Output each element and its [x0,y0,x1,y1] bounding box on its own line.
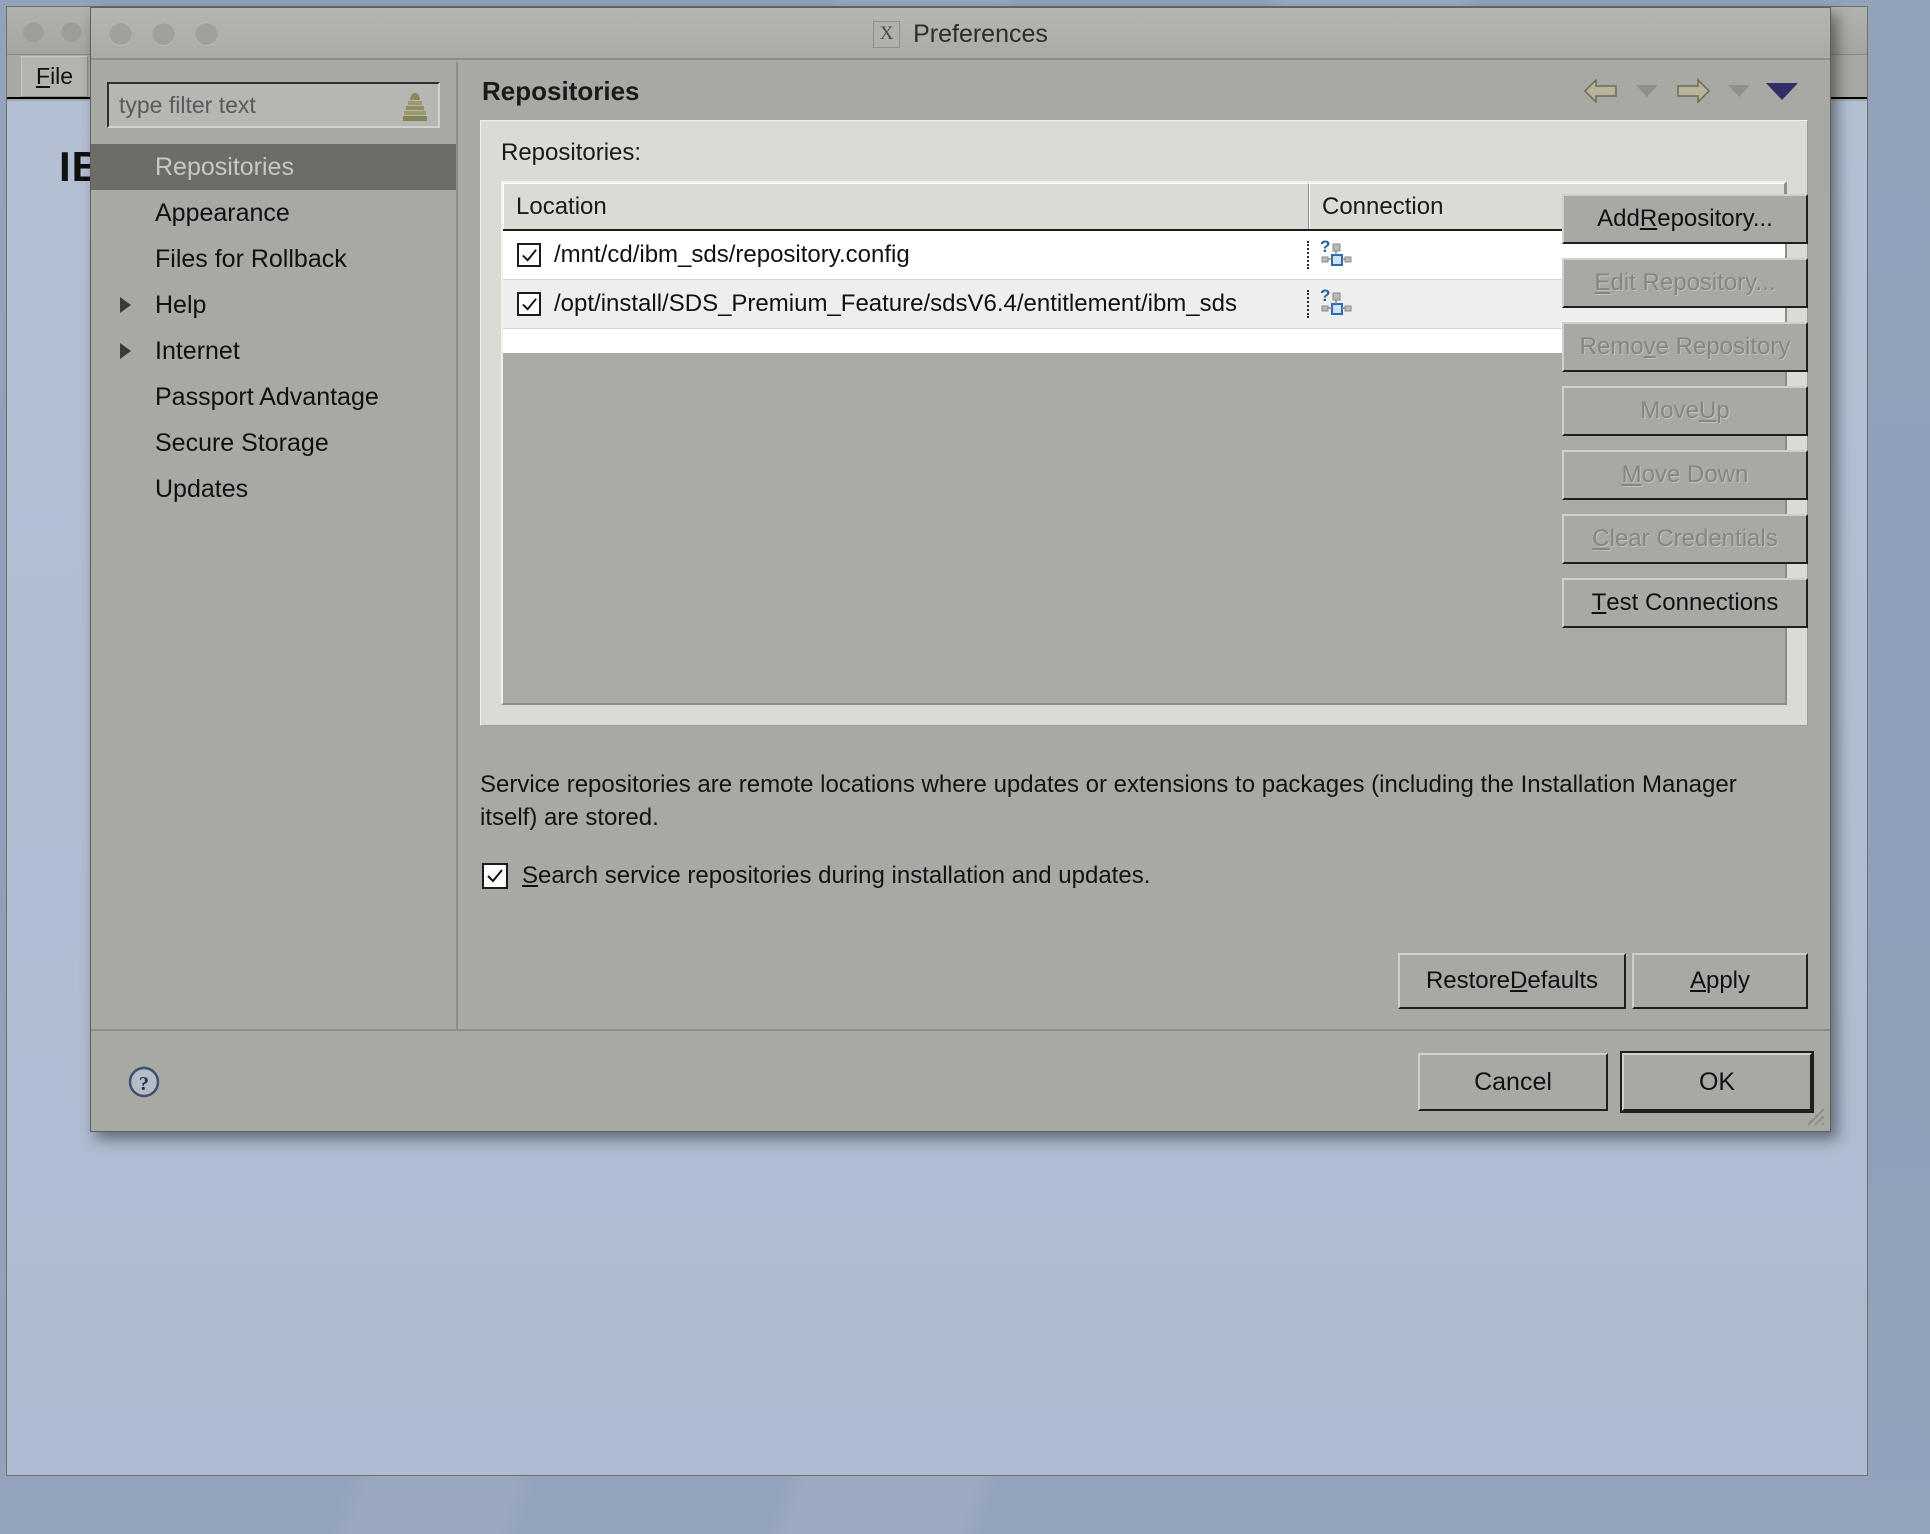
sidebar-item-label: Passport Advantage [155,382,379,411]
preferences-sidebar: Repositories Appearance Files for Rollback… [91,62,458,1031]
search-service-repositories-label: Search service repositories during insta… [522,862,1151,889]
sidebar-item-secure-storage[interactable]: Secure Storage [91,420,456,466]
sidebar-item-repositories[interactable]: Repositories [91,144,456,190]
search-service-repositories-checkbox[interactable] [482,863,508,889]
panel-footer-buttons: Restore Defaults Apply [1398,953,1808,1009]
apply-button[interactable]: Apply [1632,953,1808,1009]
repository-enabled-checkbox[interactable] [517,243,541,267]
search-service-repositories-row[interactable]: Search service repositories during insta… [482,862,1150,890]
svg-text:?: ? [139,1073,149,1095]
help-question-icon[interactable]: ? [127,1065,161,1099]
sidebar-item-label: Updates [155,474,249,503]
sidebar-item-internet[interactable]: Internet [91,328,456,374]
svg-text:?: ? [1320,286,1330,305]
unknown-connection-icon: ? [1319,236,1353,275]
column-header-location[interactable]: Location [503,183,1309,229]
repository-location-text: /opt/install/SDS_Premium_Feature/sdsV6.4… [554,290,1237,317]
sidebar-item-label: Repositories [155,152,294,181]
dialog-title: Preferences [913,19,1048,48]
dialog-footer: ? Cancel OK [91,1029,1830,1131]
test-connections-button[interactable]: Test Connections [1562,578,1808,628]
sidebar-item-label: Internet [155,336,240,365]
filter-funnel-icon[interactable] [400,91,430,123]
bg-minimize-button[interactable] [61,21,82,42]
repository-enabled-checkbox[interactable] [517,292,541,316]
back-dropdown-icon[interactable] [1636,85,1658,97]
sidebar-item-label: Secure Storage [155,428,329,457]
move-up-button: Move Up [1562,386,1808,436]
resize-grip[interactable] [1800,1101,1826,1127]
ok-button[interactable]: OK [1622,1053,1812,1111]
sidebar-item-passport-advantage[interactable]: Passport Advantage [91,374,456,420]
menu-dropdown-icon[interactable] [1766,82,1798,100]
expand-arrow-icon[interactable] [107,343,143,359]
sidebar-item-updates[interactable]: Updates [91,466,456,512]
edit-repository-button: Edit Repository... [1562,258,1808,308]
repository-actions: Add Repository... Edit Repository... Remo v… [1562,194,1808,628]
sidebar-item-label: Files for Rollback [155,244,347,273]
repository-location-text: /mnt/cd/ibm_sds/repository.config [554,241,910,268]
panel-toolbar [1582,76,1808,106]
clear-credentials-button: Clear Credentials [1562,514,1808,564]
panel-header: Repositories [458,62,1830,120]
preferences-dialog: X Preferences type filter text Repositor… [90,7,1831,1132]
repository-location-cell: /mnt/cd/ibm_sds/repository.config [503,241,1309,269]
repository-location-cell: /opt/install/SDS_Premium_Feature/sdsV6.4… [503,290,1309,318]
sidebar-item-files-for-rollback[interactable]: Files for Rollback [91,236,456,282]
desktop-background: File IBM X Preferences [0,0,1930,1534]
description-text: Service repositories are remote location… [480,771,1737,832]
sidebar-item-help[interactable]: Help [91,282,456,328]
unknown-connection-icon: ? [1319,285,1353,324]
add-repository-button[interactable]: Add Repository... [1562,194,1808,244]
menu-file[interactable]: File [21,55,89,97]
forward-dropdown-icon[interactable] [1728,85,1750,97]
dialog-titlebar: X Preferences [91,8,1830,60]
repositories-group-label: Repositories: [501,139,642,166]
forward-arrow-icon[interactable] [1674,76,1712,106]
expand-arrow-icon[interactable] [107,297,143,313]
restore-defaults-button[interactable]: Restore Defaults [1398,953,1626,1009]
move-down-button: Move Down [1562,450,1808,500]
filter-field-wrapper [107,82,440,128]
back-arrow-icon[interactable] [1582,76,1620,106]
cancel-button[interactable]: Cancel [1418,1053,1608,1111]
sidebar-tree: Repositories Appearance Files for Rollback… [91,144,456,512]
sidebar-item-appearance[interactable]: Appearance [91,190,456,236]
remove-repository-button: Remo v e Repository [1562,322,1808,372]
sidebar-item-label: Appearance [155,198,290,227]
x-window-icon: X [873,20,901,48]
sidebar-item-label: Help [155,290,207,319]
search-input[interactable] [107,82,440,128]
svg-text:?: ? [1320,237,1330,256]
bg-close-button[interactable] [23,21,44,42]
preferences-panel: Repositories Repositories: Location Conn… [458,62,1830,1031]
page-title: Repositories [482,75,640,106]
